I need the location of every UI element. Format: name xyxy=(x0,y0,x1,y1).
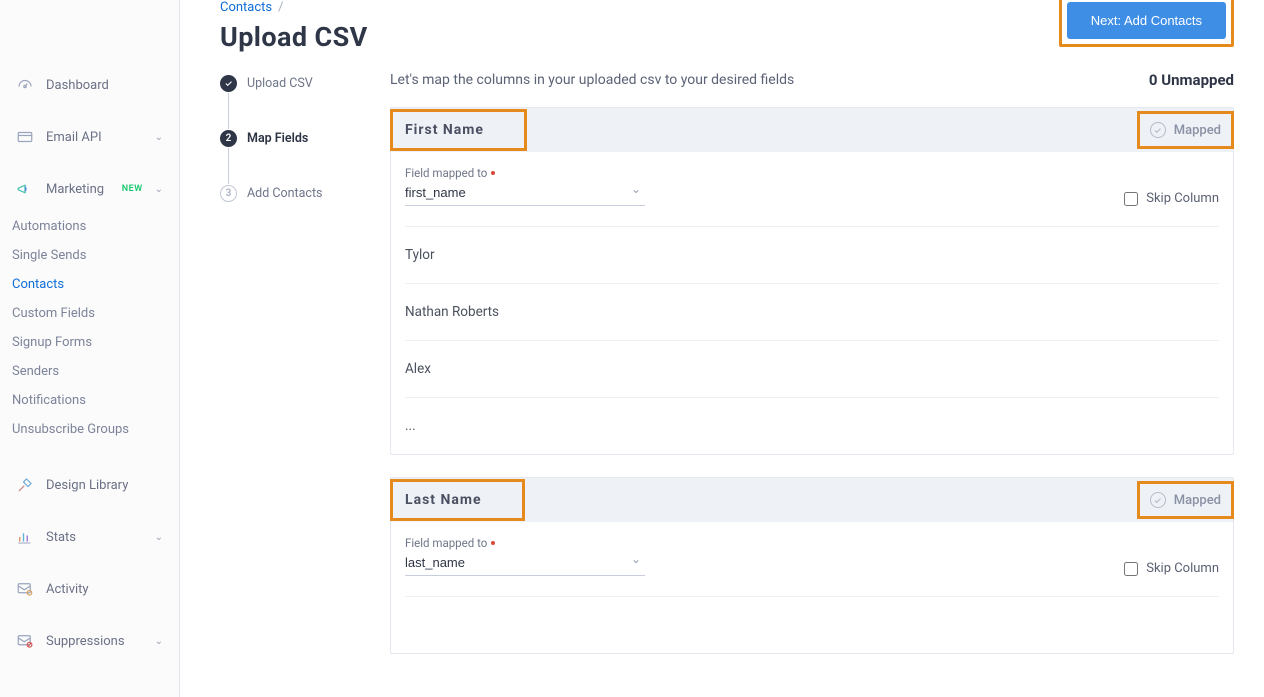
subnav-single-sends[interactable]: Single Sends xyxy=(12,241,179,270)
field-mapped-to-label: Field mapped to xyxy=(405,166,645,180)
step-label: Map Fields xyxy=(247,131,308,146)
highlight-mapped-badge: Mapped xyxy=(1137,111,1234,149)
nav-label: Email API xyxy=(46,130,143,145)
page-title: Upload CSV xyxy=(220,21,368,53)
nav-label: Activity xyxy=(46,582,163,597)
new-badge: NEW xyxy=(122,184,143,194)
step-map-fields[interactable]: 2 Map Fields xyxy=(220,130,350,185)
subnav-contacts[interactable]: Contacts xyxy=(12,270,179,299)
field-mapped-to-select[interactable]: last_name xyxy=(405,550,645,576)
sample-value: Nathan Roberts xyxy=(405,283,1219,340)
nav-dashboard[interactable]: Dashboard xyxy=(0,68,179,102)
column-card-last-name: Last Name Mapped Field mapped to xyxy=(390,477,1234,654)
step-label: Add Contacts xyxy=(247,186,323,201)
marketing-subnav: Automations Single Sends Contacts Custom… xyxy=(0,206,179,450)
breadcrumb-sep: / xyxy=(278,0,283,15)
sample-value xyxy=(405,596,1219,653)
subnav-unsubscribe-groups[interactable]: Unsubscribe Groups xyxy=(12,415,179,444)
card-header: First Name Mapped xyxy=(391,108,1233,152)
sample-value: ... xyxy=(405,397,1219,454)
breadcrumb-contacts[interactable]: Contacts xyxy=(220,0,272,15)
chevron-down-icon: ⌄ xyxy=(155,532,163,543)
subnav-notifications[interactable]: Notifications xyxy=(12,386,179,415)
check-icon xyxy=(220,75,237,92)
skip-column-checkbox[interactable]: Skip Column xyxy=(1124,561,1219,576)
column-name: Last Name xyxy=(405,492,482,508)
card-icon xyxy=(16,128,34,146)
step-add-contacts[interactable]: 3 Add Contacts xyxy=(220,185,350,202)
highlight-column-name: Last Name xyxy=(390,479,525,521)
subnav-senders[interactable]: Senders xyxy=(12,357,179,386)
activity-icon xyxy=(16,580,34,598)
skip-column-checkbox[interactable]: Skip Column xyxy=(1124,191,1219,206)
nav-label: Suppressions xyxy=(46,634,143,649)
highlight-mapped-badge: Mapped xyxy=(1137,481,1234,519)
subnav-custom-fields[interactable]: Custom Fields xyxy=(12,299,179,328)
mapping-intro-text: Let's map the columns in your uploaded c… xyxy=(390,72,794,88)
subnav-signup-forms[interactable]: Signup Forms xyxy=(12,328,179,357)
mapped-label: Mapped xyxy=(1174,493,1221,508)
required-dot-icon xyxy=(491,171,495,175)
field-mapped-to-select[interactable]: first_name xyxy=(405,180,645,206)
step-number-icon: 3 xyxy=(220,185,237,202)
skip-label: Skip Column xyxy=(1146,191,1219,206)
field-mapped-to-label: Field mapped to xyxy=(405,536,645,550)
wizard-stepper: Upload CSV 2 Map Fields 3 Add Contacts xyxy=(220,71,350,676)
sample-value: Alex xyxy=(405,340,1219,397)
subnav-automations[interactable]: Automations xyxy=(12,212,179,241)
nav-stats[interactable]: Stats ⌄ xyxy=(0,520,179,554)
design-icon xyxy=(16,476,34,494)
next-add-contacts-button[interactable]: Next: Add Contacts xyxy=(1067,2,1226,39)
chevron-down-icon: ⌄ xyxy=(155,132,163,143)
sidebar: Dashboard Email API ⌄ Marketing NEW ⌄ Au… xyxy=(0,0,180,697)
nav-activity[interactable]: Activity xyxy=(0,572,179,606)
nav-email-api[interactable]: Email API ⌄ xyxy=(0,120,179,154)
stats-icon xyxy=(16,528,34,546)
chevron-down-icon: ⌄ xyxy=(155,636,163,647)
nav-label: Dashboard xyxy=(46,78,163,93)
skip-column-input[interactable] xyxy=(1124,192,1138,206)
card-header: Last Name Mapped xyxy=(391,478,1233,522)
step-number-icon: 2 xyxy=(220,130,237,147)
nav-design-library[interactable]: Design Library xyxy=(0,468,179,502)
mapping-area: Let's map the columns in your uploaded c… xyxy=(390,71,1234,676)
skip-label: Skip Column xyxy=(1146,561,1219,576)
required-dot-icon xyxy=(491,541,495,545)
nav-marketing[interactable]: Marketing NEW ⌄ xyxy=(0,172,179,206)
suppression-icon xyxy=(16,632,34,650)
column-name: First Name xyxy=(405,122,484,138)
step-upload-csv[interactable]: Upload CSV xyxy=(220,75,350,130)
step-label: Upload CSV xyxy=(247,76,313,91)
megaphone-icon xyxy=(16,180,34,198)
nav-label: Marketing xyxy=(46,182,108,197)
check-circle-icon xyxy=(1150,122,1166,138)
nav-label: Design Library xyxy=(46,478,163,493)
chevron-down-icon: ⌄ xyxy=(155,184,163,195)
nav-suppressions[interactable]: Suppressions ⌄ xyxy=(0,624,179,658)
gauge-icon xyxy=(16,76,34,94)
breadcrumb: Contacts / xyxy=(220,0,368,15)
mapped-label: Mapped xyxy=(1174,123,1221,138)
main-content: Contacts / Upload CSV Next: Add Contacts… xyxy=(180,0,1264,697)
nav-label: Stats xyxy=(46,530,143,545)
highlight-next-button: Next: Add Contacts xyxy=(1059,0,1234,47)
skip-column-input[interactable] xyxy=(1124,562,1138,576)
column-card-first-name: First Name Mapped Field mapped to xyxy=(390,107,1234,455)
unmapped-count: 0 Unmapped xyxy=(1149,71,1234,89)
check-circle-icon xyxy=(1150,492,1166,508)
sample-value: Tylor xyxy=(405,226,1219,283)
highlight-column-name: First Name xyxy=(390,109,527,151)
